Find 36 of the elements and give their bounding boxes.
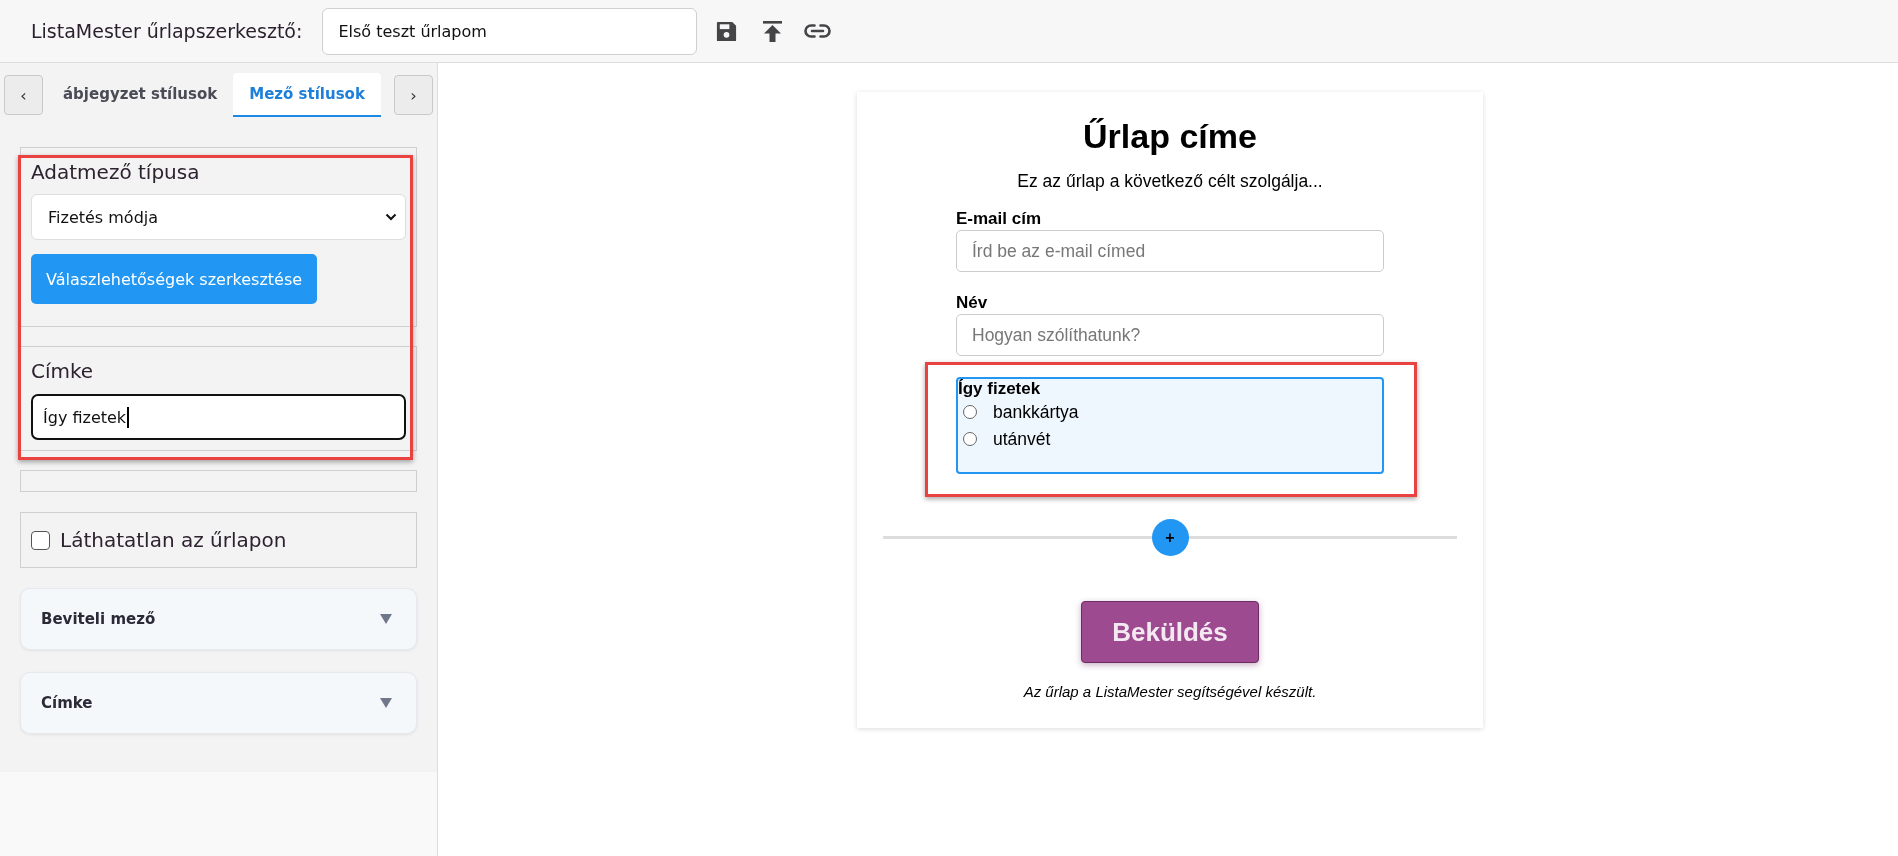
upload-icon[interactable] [762,20,784,42]
tab-scroll-left-button[interactable]: ‹ [4,75,43,115]
group-label: Így fizetek [958,379,1041,398]
checkbox[interactable] [31,530,50,550]
field-label: E-mail cím [956,209,1042,229]
tab[interactable]: Mező stílusok [233,73,381,117]
form-name-field[interactable]: Első teszt űrlapom [322,7,698,55]
text-cursor-icon [127,406,130,428]
app-title: ListaMester űrlapszerkesztő: [31,20,303,42]
link-icon[interactable] [804,24,832,38]
add-field-button[interactable]: + [1151,519,1189,556]
tab-scroll-right-button[interactable]: › [394,75,433,115]
form-description: Ez az űrlap a következő célt szolgálja... [1017,171,1323,191]
save-icon[interactable] [715,19,739,43]
checkbox-label: Láthatatlan az űrlapon [60,528,287,552]
triangle-down-icon [380,698,392,708]
text-input[interactable]: Hogyan szólíthatunk? [956,314,1384,356]
option-label: bankkártya [993,401,1079,422]
radio-group[interactable]: Így fizetek bankkártya utánvét [956,377,1384,474]
field-type-select[interactable]: Fizetés módja [31,194,406,240]
accordion-header[interactable]: Beviteli mező [20,588,417,650]
radio-button[interactable] [963,404,977,419]
submit-button[interactable]: Beküldés [1081,601,1259,663]
option-label: utánvét [993,428,1051,449]
form-footer: Az űrlap a ListaMester segítségével készült. [1023,683,1317,701]
radio-button[interactable] [963,431,977,446]
form-title: Űrlap címe [1083,116,1257,156]
tab[interactable]: ábjegyzet stílusok [47,73,234,117]
field-label: Címke [31,359,94,383]
field-label: Név [956,293,988,313]
triangle-down-icon [380,614,392,624]
label-input[interactable]: Így fizetek [31,394,406,440]
chevron-down-icon [385,213,397,221]
field-label: Adatmező típusa [31,160,200,184]
accordion-header[interactable]: Címke [20,672,417,734]
text-input[interactable]: Írd be az e-mail címed [956,230,1384,272]
